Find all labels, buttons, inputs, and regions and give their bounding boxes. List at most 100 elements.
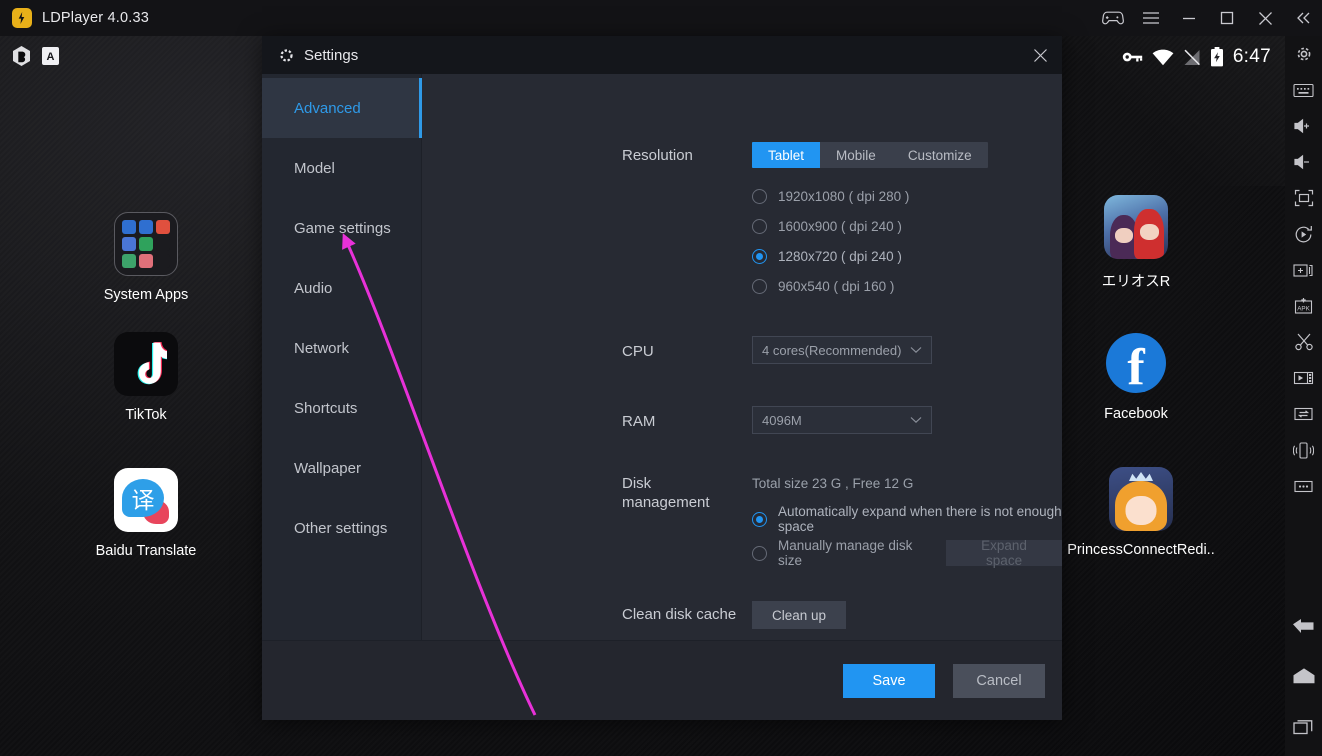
sidebar-item-label: Audio	[294, 280, 332, 297]
volume-down-icon[interactable]	[1285, 144, 1322, 180]
disk-size-text: Total size 23 G , Free 12 G	[752, 476, 913, 491]
ldplayer-window: LDPlayer 4.0.33	[0, 0, 1322, 756]
scissors-icon[interactable]	[1285, 324, 1322, 360]
disk-management-label-line1: Disk	[622, 474, 737, 493]
radio-icon	[752, 189, 767, 204]
install-apk-icon[interactable]: APK	[1285, 288, 1322, 324]
sidebar-item-network[interactable]: Network	[262, 318, 421, 378]
app-icon-facebook[interactable]: f Facebook	[1056, 331, 1216, 422]
facebook-glyph: f	[1127, 342, 1144, 394]
sidebar-item-game-settings[interactable]: Game settings	[262, 198, 421, 258]
menu-icon[interactable]	[1132, 0, 1170, 36]
dialog-titlebar: Settings	[262, 36, 1062, 74]
resolution-option-1280x720[interactable]: 1280x720 ( dpi 240 )	[752, 241, 909, 271]
home-icon[interactable]	[1285, 658, 1322, 694]
cancel-button[interactable]: Cancel	[953, 664, 1045, 698]
sidebar-item-other-settings[interactable]: Other settings	[262, 498, 421, 558]
ram-label: RAM	[622, 412, 655, 431]
sidebar-item-advanced[interactable]: Advanced	[262, 78, 421, 138]
sidebar-item-label: Model	[294, 160, 335, 177]
collapse-icon[interactable]	[1284, 0, 1322, 36]
sidebar-item-label: Shortcuts	[294, 400, 357, 417]
disk-option-auto-expand[interactable]: Automatically expand when there is not e…	[752, 502, 1062, 536]
shake-icon[interactable]	[1285, 432, 1322, 468]
radio-icon	[752, 219, 767, 234]
more-icon[interactable]	[1285, 468, 1322, 504]
sidebar-item-label: Advanced	[294, 100, 361, 117]
disk-info-text: Total size 23 G , Free 12 G	[752, 475, 913, 493]
dialog-close-icon[interactable]	[1018, 36, 1062, 74]
tiktok-icon	[114, 332, 178, 396]
resolution-option-1600x900[interactable]: 1600x900 ( dpi 240 )	[752, 211, 909, 241]
cpu-select[interactable]: 4 cores(Recommended)	[752, 336, 932, 364]
option-label: 1920x1080 ( dpi 280 )	[778, 189, 909, 204]
gamepad-icon[interactable]	[1094, 0, 1132, 36]
resolution-option-960x540[interactable]: 960x540 ( dpi 160 )	[752, 271, 909, 301]
chevron-down-icon	[910, 416, 922, 424]
option-label: 960x540 ( dpi 160 )	[778, 279, 894, 294]
baidu-translate-icon: 译	[114, 468, 178, 532]
expand-space-button[interactable]: Expand space	[946, 540, 1062, 566]
wifi-icon	[1152, 49, 1174, 66]
sidebar-item-shortcuts[interactable]: Shortcuts	[262, 378, 421, 438]
app-icon-tiktok[interactable]: TikTok	[66, 332, 226, 423]
cpu-label: CPU	[622, 342, 654, 361]
tab-tablet[interactable]: Tablet	[752, 142, 820, 168]
app-label: System Apps	[66, 287, 226, 303]
fullscreen-icon[interactable]	[1285, 180, 1322, 216]
window-titlebar: LDPlayer 4.0.33	[0, 0, 1322, 36]
app-label: PrincessConnectRedi..	[1056, 542, 1226, 558]
add-instance-icon[interactable]	[1285, 252, 1322, 288]
app-icon-elios-r[interactable]: エリオスR	[1056, 195, 1216, 291]
dialog-footer: Save Cancel	[262, 640, 1062, 720]
tab-mobile[interactable]: Mobile	[820, 142, 892, 168]
radio-icon	[752, 279, 767, 294]
recents-icon[interactable]	[1285, 708, 1322, 744]
record-video-icon[interactable]	[1285, 360, 1322, 396]
clean-up-button[interactable]: Clean up	[752, 601, 846, 629]
volume-up-icon[interactable]	[1285, 108, 1322, 144]
tab-customize[interactable]: Customize	[892, 142, 988, 168]
app-label: Baidu Translate	[66, 543, 226, 559]
maximize-icon[interactable]	[1208, 0, 1246, 36]
sidebar-item-wallpaper[interactable]: Wallpaper	[262, 438, 421, 498]
minimize-icon[interactable]	[1170, 0, 1208, 36]
option-label: 1280x720 ( dpi 240 )	[778, 249, 902, 264]
vpn-key-icon	[1122, 50, 1143, 64]
rotate-icon[interactable]	[1285, 216, 1322, 252]
settings-sidebar: Advanced Model Game settings Audio Netwo…	[262, 74, 422, 640]
disk-management-label-line2: management	[622, 493, 737, 512]
dialog-title: Settings	[304, 47, 358, 64]
option-label: 1600x900 ( dpi 240 )	[778, 219, 902, 234]
resolution-tabs: Tablet Mobile Customize	[752, 142, 988, 168]
resolution-option-1920x1080[interactable]: 1920x1080 ( dpi 280 )	[752, 181, 909, 211]
sidebar-item-model[interactable]: Model	[262, 138, 421, 198]
close-icon[interactable]	[1246, 0, 1284, 36]
emulator-toolbar: APK	[1285, 36, 1322, 756]
clean-disk-cache-label: Clean disk cache	[622, 605, 736, 624]
sidebar-item-label: Other settings	[294, 520, 387, 537]
system-apps-folder-icon	[114, 212, 178, 276]
save-button[interactable]: Save	[843, 664, 935, 698]
option-label: Automatically expand when there is not e…	[778, 504, 1062, 534]
sidebar-item-audio[interactable]: Audio	[262, 258, 421, 318]
app-icon-baidu-translate[interactable]: 译 Baidu Translate	[66, 468, 226, 559]
shared-folder-icon[interactable]	[1285, 396, 1322, 432]
chevron-down-icon	[910, 346, 922, 354]
radio-icon	[752, 512, 767, 527]
keyboard-icon[interactable]	[1285, 72, 1322, 108]
disk-options: Automatically expand when there is not e…	[752, 502, 1062, 570]
app-icon-princess-connect[interactable]: PrincessConnectRedi..	[1056, 467, 1226, 558]
back-icon[interactable]	[1285, 608, 1322, 644]
baidu-translate-glyph: 译	[122, 479, 164, 517]
gear-icon	[278, 47, 295, 64]
disk-option-manual[interactable]: Manually manage disk size Expand space	[752, 536, 1062, 570]
radio-icon	[752, 249, 767, 264]
settings-gear-icon[interactable]	[1285, 36, 1322, 72]
elios-r-icon	[1104, 195, 1168, 259]
cpu-value: 4 cores(Recommended)	[762, 343, 901, 358]
princess-connect-icon	[1109, 467, 1173, 531]
app-icon-system-apps[interactable]: System Apps	[66, 212, 226, 303]
window-title: LDPlayer 4.0.33	[42, 10, 149, 26]
ram-select[interactable]: 4096M	[752, 406, 932, 434]
